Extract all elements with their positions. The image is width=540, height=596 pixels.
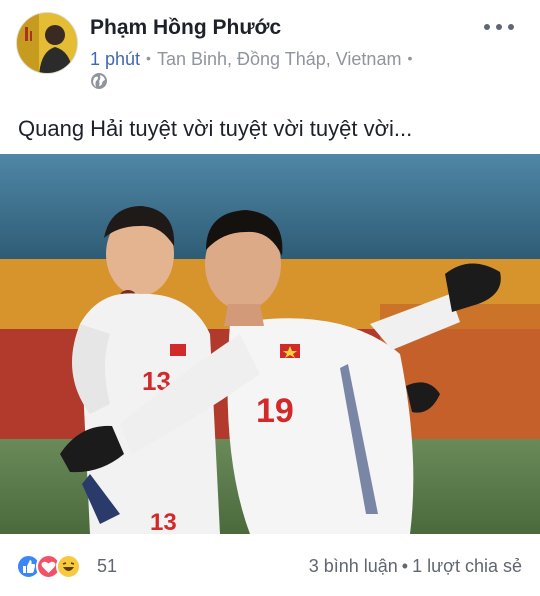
timestamp-link[interactable]: 1 phút xyxy=(90,49,140,69)
reactions-summary[interactable] xyxy=(16,554,96,580)
meta-separator: • xyxy=(407,50,413,66)
facebook-post: Phạm Hồng Phước 1 phút • Tan Binh, Đồng Th… xyxy=(0,0,540,596)
more-options-icon[interactable] xyxy=(484,22,514,32)
location-link[interactable]: Tan Binh, Đồng Tháp, Vietnam xyxy=(157,49,402,69)
globe-icon[interactable] xyxy=(90,72,108,90)
post-text: Quang Hải tuyệt vời tuyệt vời tuyệt vời.… xyxy=(18,116,413,141)
post-footer: 51 3 bình luận • 1 lượt chia sẻ xyxy=(0,534,540,596)
author-avatar[interactable] xyxy=(16,12,78,74)
jersey-number: 19 xyxy=(256,392,294,430)
reaction-count[interactable]: 51 xyxy=(97,556,117,577)
stats-separator: • xyxy=(401,556,409,576)
jersey-number: 13 xyxy=(150,509,177,534)
avatar-image xyxy=(17,13,77,73)
engagement-stats: 3 bình luận • 1 lượt chia sẻ xyxy=(309,556,522,577)
shares-count-link[interactable]: 1 lượt chia sẻ xyxy=(412,556,522,576)
post-photo[interactable]: 13 13 19 xyxy=(0,154,540,534)
haha-icon xyxy=(56,554,81,579)
post-meta: 1 phút • Tan Binh, Đồng Tháp, Vietnam • xyxy=(90,49,418,70)
author-name[interactable]: Phạm Hồng Phước xyxy=(90,16,281,40)
comments-count-link[interactable]: 3 bình luận xyxy=(309,556,398,576)
meta-separator: • xyxy=(146,50,151,66)
